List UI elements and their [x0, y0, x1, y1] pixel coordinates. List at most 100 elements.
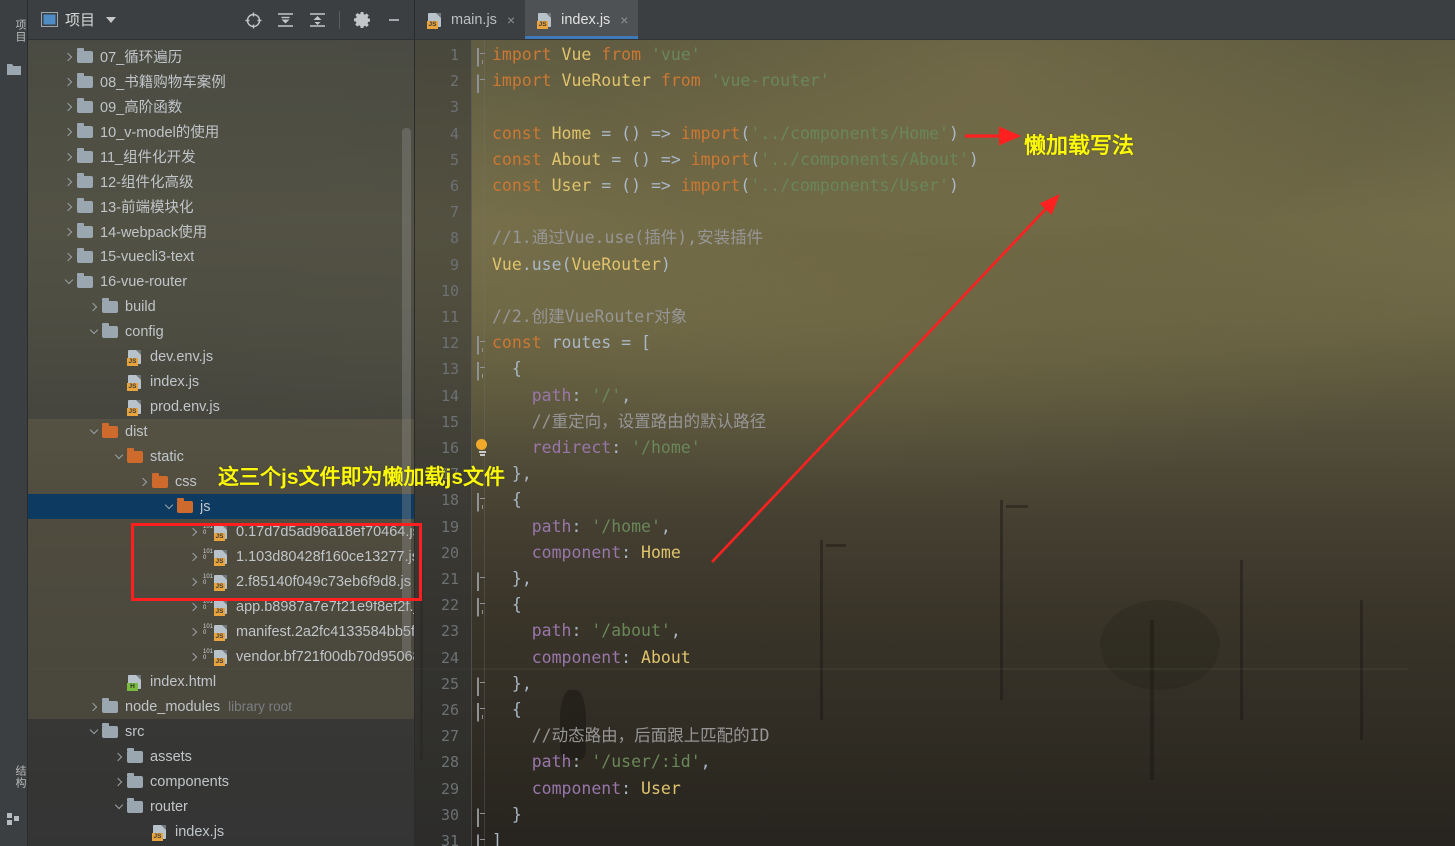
tree-row[interactable]: 101 0 JS 0.17d7d5ad96a18ef70464.js — [28, 519, 414, 544]
chevron-right-icon[interactable] — [61, 249, 77, 265]
tree-row[interactable]: node_modules library root — [28, 694, 414, 719]
chevron-down-icon[interactable] — [161, 499, 177, 515]
tree-row[interactable]: 101 0 JS vendor.bf721f00db70d95068a — [28, 644, 414, 669]
code-line[interactable]: 16 redirect: '/home' — [415, 435, 1455, 461]
close-icon[interactable]: × — [507, 12, 515, 28]
project-title-group[interactable]: 项目 — [28, 9, 117, 30]
code-line[interactable]: 30 } — [415, 802, 1455, 828]
code-fold-expand-icon[interactable] — [477, 336, 491, 356]
code-line[interactable]: 2 import VueRouter from 'vue-router' — [415, 68, 1455, 94]
tree-row[interactable]: 101 0 JS 2.f85140f049c73eb6f9d8.js — [28, 569, 414, 594]
chevron-right-icon[interactable] — [111, 774, 127, 790]
chevron-down-icon[interactable] — [106, 16, 117, 23]
tree-row[interactable]: router — [28, 794, 414, 819]
chevron-right-icon[interactable] — [136, 474, 152, 490]
code-line[interactable]: 4 const Home = () => import('../component… — [415, 121, 1455, 147]
code-fold-expand-icon[interactable] — [477, 703, 491, 722]
code-line[interactable]: 19 path: '/home', — [415, 514, 1455, 540]
code-line[interactable]: 8 //1.通过Vue.use(插件),安装插件 — [415, 225, 1455, 251]
code-line[interactable]: 13 { — [415, 356, 1455, 382]
gear-icon[interactable] — [348, 6, 376, 34]
folder-icon[interactable] — [7, 62, 21, 75]
code-fold-collapse-icon[interactable] — [477, 807, 491, 827]
code-fold-collapse-icon[interactable] — [477, 834, 491, 846]
expand-all-button[interactable] — [271, 6, 299, 34]
code-line[interactable]: 3 — [415, 94, 1455, 120]
locate-in-tree-button[interactable] — [239, 6, 267, 34]
tree-row[interactable]: 12-组件化高级 — [28, 169, 414, 194]
collapse-all-button[interactable] — [303, 6, 331, 34]
tree-row[interactable]: css — [28, 469, 414, 494]
code-line[interactable]: 25 }, — [415, 671, 1455, 697]
code-line[interactable]: 6 const User = () => import('../component… — [415, 173, 1455, 199]
chevron-right-icon[interactable] — [61, 174, 77, 190]
intention-bulb-icon[interactable] — [476, 439, 489, 456]
code-line[interactable]: 23 path: '/about', — [415, 618, 1455, 644]
code-line[interactable]: 22 { — [415, 592, 1455, 618]
code-line[interactable]: 7 — [415, 199, 1455, 225]
chevron-right-icon[interactable] — [186, 549, 202, 565]
tool-strip-project-tab[interactable]: 项目 — [0, 10, 28, 52]
code-line[interactable]: 31] — [415, 828, 1455, 846]
tree-row[interactable]: 09_高阶函数 — [28, 94, 414, 119]
chevron-right-icon[interactable] — [186, 524, 202, 540]
tree-row[interactable]: components — [28, 769, 414, 794]
tree-row[interactable]: config — [28, 319, 414, 344]
editor-tab-index-js[interactable]: JS index.js × — [525, 0, 639, 39]
chevron-down-icon[interactable] — [111, 799, 127, 815]
chevron-down-icon[interactable] — [86, 424, 102, 440]
code-line[interactable]: 15 //重定向，设置路由的默认路径 — [415, 409, 1455, 435]
code-fold-expand-icon[interactable] — [477, 48, 491, 67]
code-fold-collapse-icon[interactable] — [477, 74, 491, 94]
chevron-right-icon[interactable] — [86, 299, 102, 315]
code-fold-expand-icon[interactable] — [477, 598, 491, 618]
chevron-down-icon[interactable] — [86, 324, 102, 340]
chevron-down-icon[interactable] — [61, 274, 77, 290]
code-line[interactable]: 9 Vue.use(VueRouter) — [415, 252, 1455, 278]
chevron-right-icon[interactable] — [186, 649, 202, 665]
tree-row[interactable]: JS index.js — [28, 369, 414, 394]
editor-tab-main-js[interactable]: JS main.js × — [415, 0, 525, 39]
code-line[interactable]: 14 path: '/', — [415, 383, 1455, 409]
chevron-right-icon[interactable] — [61, 49, 77, 65]
tree-row[interactable]: 11_组件化开发 — [28, 144, 414, 169]
chevron-down-icon[interactable] — [111, 449, 127, 465]
tool-strip-structure-tab[interactable]: 结构 — [0, 756, 28, 798]
tree-row[interactable]: JS prod.env.js — [28, 394, 414, 419]
code-line[interactable]: 26 { — [415, 697, 1455, 723]
code-line[interactable]: 11 //2.创建VueRouter对象 — [415, 304, 1455, 330]
minimize-icon[interactable] — [380, 6, 408, 34]
code-line[interactable]: 5 const About = () => import('../componen… — [415, 147, 1455, 173]
project-tree-scrollbar[interactable] — [402, 128, 411, 658]
code-fold-expand-icon[interactable] — [477, 362, 491, 382]
code-editor[interactable]: 1 import Vue from 'vue' 2 import VueRouter … — [415, 40, 1455, 846]
project-file-tree[interactable]: 07_循环遍历 08_书籍购物车案例 09_高阶函数 10_v-model的使用 11_… — [28, 40, 414, 846]
tree-row[interactable]: 10_v-model的使用 — [28, 119, 414, 144]
chevron-right-icon[interactable] — [61, 124, 77, 140]
tree-row[interactable]: js — [28, 494, 414, 519]
code-line[interactable]: 24 component: About — [415, 645, 1455, 671]
code-line[interactable]: 12 const routes = [ — [415, 330, 1455, 356]
tree-row[interactable]: Hindex.html — [28, 669, 414, 694]
code-line[interactable]: 1 import Vue from 'vue' — [415, 42, 1455, 68]
chevron-right-icon[interactable] — [61, 149, 77, 165]
tree-row[interactable]: 08_书籍购物车案例 — [28, 69, 414, 94]
chevron-right-icon[interactable] — [61, 99, 77, 115]
chevron-right-icon[interactable] — [61, 199, 77, 215]
code-line[interactable]: 17 }, — [415, 461, 1455, 487]
chevron-right-icon[interactable] — [111, 749, 127, 765]
tree-row[interactable]: 15-vuecli3-text — [28, 244, 414, 269]
tree-row[interactable]: JS index.js — [28, 819, 414, 844]
tree-row[interactable]: 101 0 JS 1.103d80428f160ce13277.js — [28, 544, 414, 569]
tree-row[interactable]: 101 0 JS app.b8987a7e7f21e9f8ef2f.js — [28, 594, 414, 619]
tree-row[interactable]: 13-前端模块化 — [28, 194, 414, 219]
chevron-right-icon[interactable] — [86, 699, 102, 715]
chevron-right-icon[interactable] — [61, 224, 77, 240]
chevron-down-icon[interactable] — [86, 724, 102, 740]
tree-row[interactable]: 101 0 JS manifest.2a2fc4133584bb5fb7 — [28, 619, 414, 644]
code-fold-collapse-icon[interactable] — [477, 572, 491, 591]
code-line[interactable]: 18 { — [415, 487, 1455, 513]
close-icon[interactable]: × — [620, 12, 628, 28]
code-line[interactable]: 29 component: User — [415, 776, 1455, 802]
tree-row[interactable]: 14-webpack使用 — [28, 219, 414, 244]
